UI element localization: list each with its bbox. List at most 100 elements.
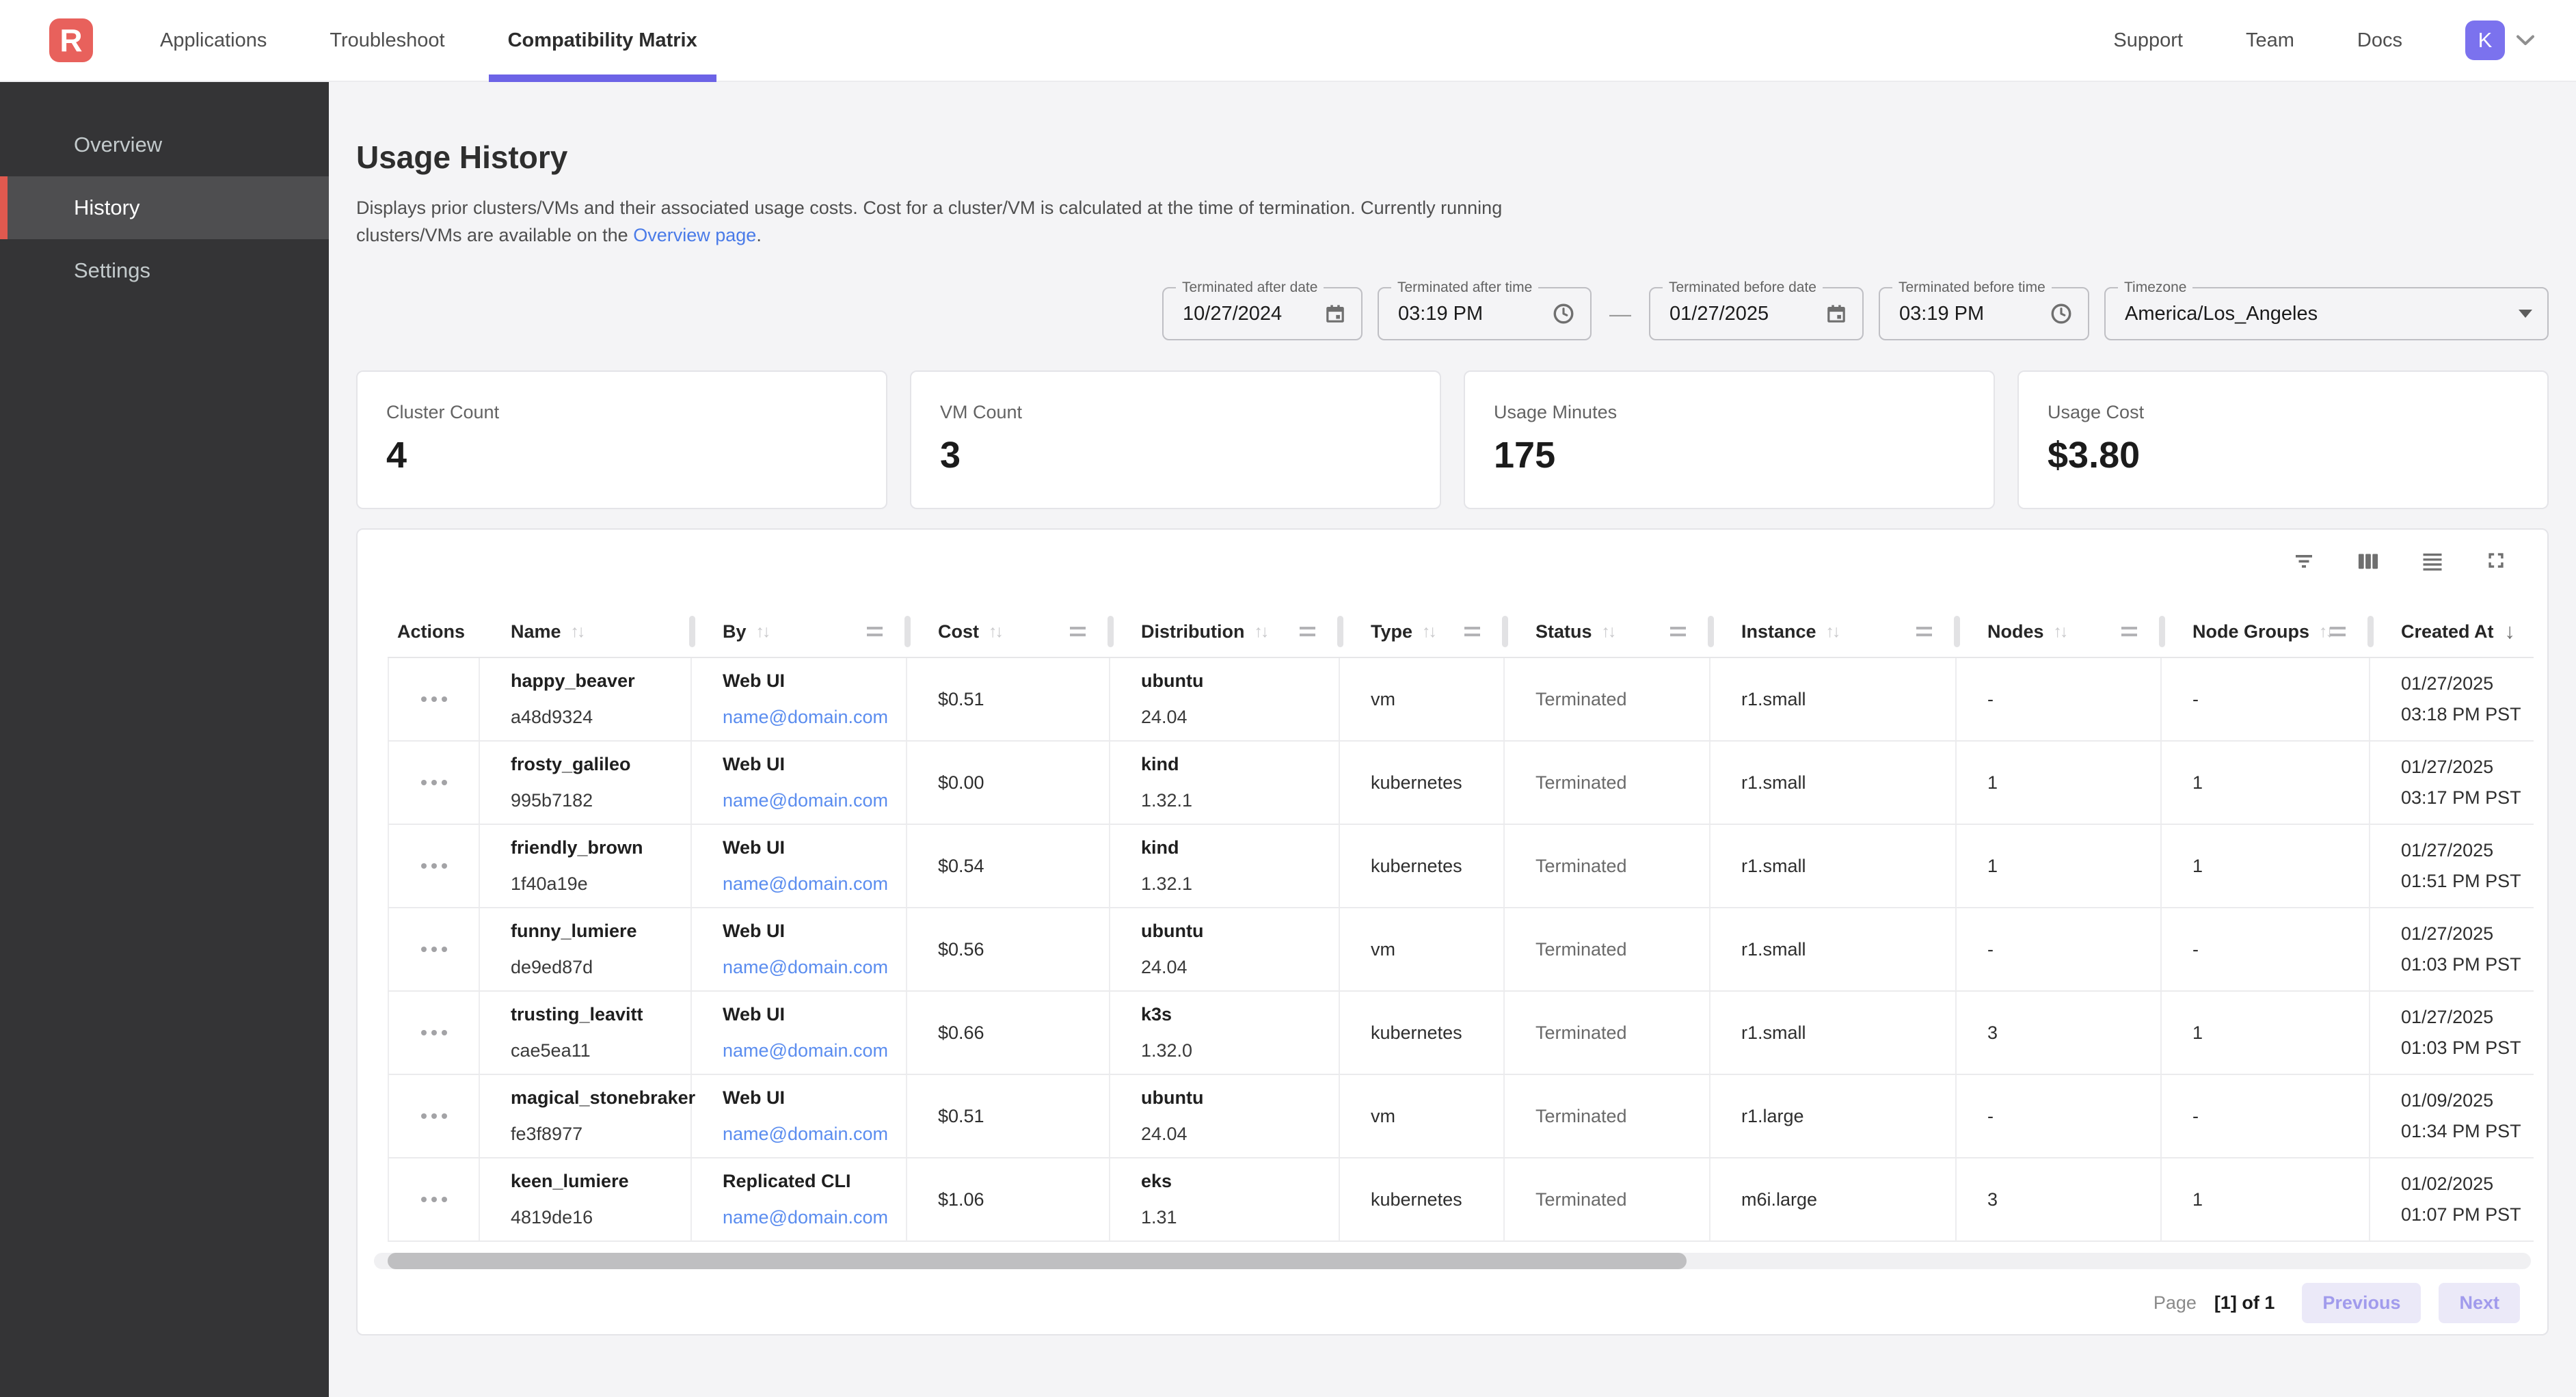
ellipsis-icon[interactable] [421,696,447,702]
columns-icon[interactable] [2356,549,2380,573]
terminated-before-time-value[interactable]: 03:19 PM [1899,303,2037,325]
nav-link-docs[interactable]: Docs [2357,29,2402,52]
terminated-after-time-value[interactable]: 03:19 PM [1398,303,1540,325]
sort-icon[interactable]: ↑↓ [756,622,769,642]
column-header-status[interactable]: Status↑↓ [1505,606,1710,657]
terminated-after-date-field[interactable]: Terminated after date 10/27/2024 [1162,287,1363,340]
terminated-after-date-value[interactable]: 10/27/2024 [1183,303,1312,325]
drag-handle-icon[interactable] [2121,627,2137,636]
previous-page-button[interactable]: Previous [2302,1283,2421,1323]
sidebar-item-settings[interactable]: Settings [0,239,329,302]
fullscreen-icon[interactable] [2484,549,2508,573]
drag-handle-icon[interactable] [1070,627,1086,636]
timezone-select[interactable]: Timezone America/Los_Angeles [2104,287,2549,340]
table-row: magical_stonebrakerfe3f8977 Web UIname@d… [388,1075,2534,1158]
overview-page-link[interactable]: Overview page [633,225,756,245]
cell-created-at: 01/27/202503:17 PM PST [2370,742,2534,824]
calendar-icon[interactable] [1825,303,1847,325]
cell-by: Web UIname@domain.com [692,1075,907,1157]
column-header-node-groups[interactable]: Node Groups↑↓ [2162,606,2370,657]
ellipsis-icon[interactable] [421,863,447,869]
horizontal-scrollbar-thumb[interactable] [388,1253,1687,1269]
horizontal-scrollbar-track[interactable] [374,1253,2531,1269]
row-actions-menu[interactable] [388,742,480,824]
clock-icon[interactable] [2050,302,2073,325]
column-header-instance[interactable]: Instance↑↓ [1710,606,1957,657]
terminated-before-time-field[interactable]: Terminated before time 03:19 PM [1879,287,2089,340]
sort-icon[interactable]: ↑↓ [1422,622,1435,642]
cell-created-at: 01/27/202501:03 PM PST [2370,992,2534,1074]
stat-label: Usage Cost [2048,402,2547,423]
timezone-value[interactable]: America/Los_Angeles [2125,303,2506,325]
ellipsis-icon[interactable] [421,780,447,785]
sidebar-item-overview[interactable]: Overview [0,113,329,176]
row-actions-menu[interactable] [388,908,480,990]
nav-link-support[interactable]: Support [2113,29,2183,52]
sidebar-item-history[interactable]: History [0,176,329,239]
cell-cost: $0.00 [907,742,1110,824]
email-link[interactable]: name@domain.com [723,873,906,895]
column-header-by[interactable]: By↑↓ [692,606,907,657]
column-header-type[interactable]: Type↑↓ [1340,606,1505,657]
terminated-before-date-value[interactable]: 01/27/2025 [1669,303,1813,325]
tab-compatibility-matrix[interactable]: Compatibility Matrix [477,0,729,81]
sort-icon[interactable]: ↑↓ [1602,622,1615,642]
nav-link-team[interactable]: Team [2246,29,2294,52]
ellipsis-icon[interactable] [421,1030,447,1035]
drag-handle-icon[interactable] [867,627,883,636]
drag-handle-icon[interactable] [1670,627,1686,636]
calendar-icon[interactable] [1324,303,1346,325]
cell-instance: m6i.large [1710,1158,1957,1240]
terminated-after-time-field[interactable]: Terminated after time 03:19 PM [1378,287,1592,340]
drag-handle-icon[interactable] [2330,627,2346,636]
column-header-nodes[interactable]: Nodes↑↓ [1957,606,2162,657]
email-link[interactable]: name@domain.com [723,707,906,728]
row-actions-menu[interactable] [388,825,480,907]
row-actions-menu[interactable] [388,1075,480,1157]
email-link[interactable]: name@domain.com [723,1040,906,1061]
tab-applications[interactable]: Applications [129,0,298,81]
cell-instance: r1.small [1710,742,1957,824]
avatar[interactable]: K [2465,21,2505,60]
density-icon[interactable] [2420,549,2445,573]
account-menu[interactable]: K [2465,21,2535,60]
row-actions-menu[interactable] [388,658,480,740]
row-actions-menu[interactable] [388,992,480,1074]
cell-status: Terminated [1505,992,1710,1074]
row-actions-menu[interactable] [388,1158,480,1240]
column-header-cost[interactable]: Cost↑↓ [907,606,1110,657]
tab-troubleshoot[interactable]: Troubleshoot [298,0,476,81]
cell-created-at: 01/27/202501:03 PM PST [2370,908,2534,990]
terminated-before-date-field[interactable]: Terminated before date 01/27/2025 [1649,287,1864,340]
ellipsis-icon[interactable] [421,947,447,952]
cell-name: keen_lumiere4819de16 [480,1158,692,1240]
column-header-name[interactable]: Name↑↓ [480,606,692,657]
email-link[interactable]: name@domain.com [723,790,906,811]
ellipsis-icon[interactable] [421,1113,447,1119]
sort-desc-icon[interactable]: ↓ [2505,619,2516,644]
clock-icon[interactable] [1552,302,1575,325]
cell-type: kubernetes [1340,992,1505,1074]
cell-by: Web UIname@domain.com [692,825,907,907]
next-page-button[interactable]: Next [2439,1283,2520,1323]
sort-icon[interactable]: ↑↓ [989,622,1002,642]
filter-icon[interactable] [2292,549,2316,573]
column-header-distribution[interactable]: Distribution↑↓ [1110,606,1340,657]
cell-name: funny_lumierede9ed87d [480,908,692,990]
email-link[interactable]: name@domain.com [723,1124,906,1145]
terminated-before-date-label: Terminated before date [1663,280,1823,296]
sort-icon[interactable]: ↑↓ [571,622,584,642]
sort-icon[interactable]: ↑↓ [1254,622,1267,642]
nav-right: Support Team Docs K [2113,21,2535,60]
email-link[interactable]: name@domain.com [723,1207,906,1228]
replicated-logo[interactable]: R [49,18,93,62]
sort-icon[interactable]: ↑↓ [2054,622,2067,642]
ellipsis-icon[interactable] [421,1197,447,1202]
sort-icon[interactable]: ↑↓ [1826,622,1839,642]
column-header-created-at[interactable]: Created At↓ [2370,606,2534,657]
drag-handle-icon[interactable] [1916,627,1932,636]
table-row: trusting_leavittcae5ea11 Web UIname@doma… [388,992,2534,1075]
email-link[interactable]: name@domain.com [723,957,906,978]
drag-handle-icon[interactable] [1300,627,1315,636]
drag-handle-icon[interactable] [1464,627,1480,636]
